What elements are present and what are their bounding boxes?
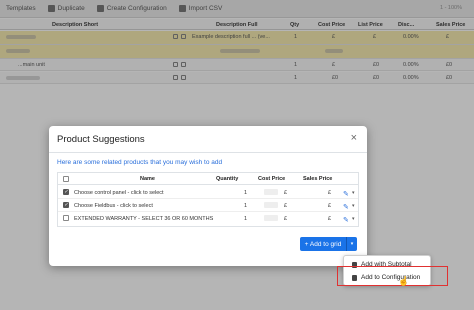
table-row[interactable]: ✓ Choose Fieldbus - click to select 1 £ … xyxy=(58,199,358,212)
row-cost: £ xyxy=(284,190,288,196)
row-checkbox[interactable] xyxy=(63,215,69,221)
row-quantity[interactable]: 1 xyxy=(244,203,247,209)
row-quantity[interactable]: 1 xyxy=(244,216,247,222)
row-name: Choose control panel - click to select xyxy=(74,190,164,196)
suggestions-table-header: Name Quantity Cost Price Sales Price xyxy=(58,173,358,185)
edit-pencil-icon[interactable]: ✎ xyxy=(343,190,349,198)
select-all-checkbox[interactable] xyxy=(63,176,69,182)
col-cost-price: Cost Price xyxy=(258,176,286,182)
add-to-grid-group: + Add to grid ▾ xyxy=(300,237,357,251)
add-to-grid-button[interactable]: + Add to grid xyxy=(300,237,347,251)
col-name: Name xyxy=(140,176,155,182)
row-quantity[interactable]: 1 xyxy=(244,190,247,196)
row-cost: £ xyxy=(284,216,288,222)
product-suggestions-modal: Product Suggestions × Here are some rela… xyxy=(49,126,367,266)
table-row[interactable]: EXTENDED WARRANTY - SELECT 36 OR 60 MONT… xyxy=(58,212,358,225)
row-checkbox[interactable]: ✓ xyxy=(63,202,69,208)
modal-intro-text: Here are some related products that you … xyxy=(57,159,223,166)
col-sales-price: Sales Price xyxy=(303,176,333,182)
add-options-dropdown-toggle[interactable]: ▾ xyxy=(347,237,357,251)
edit-pencil-icon[interactable]: ✎ xyxy=(343,216,349,224)
row-sales: £ xyxy=(328,203,332,209)
chevron-down-icon[interactable]: ▾ xyxy=(352,216,355,222)
edit-pencil-icon[interactable]: ✎ xyxy=(343,203,349,211)
mouse-cursor: ☝ xyxy=(398,276,410,286)
suggestions-table: Name Quantity Cost Price Sales Price ✓ C… xyxy=(57,172,359,227)
chevron-down-icon[interactable]: ▾ xyxy=(352,203,355,209)
row-sales: £ xyxy=(328,216,332,222)
col-quantity: Quantity xyxy=(216,176,239,182)
table-row[interactable]: ✓ Choose control panel - click to select… xyxy=(58,186,358,199)
row-sales: £ xyxy=(328,190,332,196)
modal-title: Product Suggestions xyxy=(57,134,145,145)
row-name: Choose Fieldbus - click to select xyxy=(74,203,153,209)
row-cost: £ xyxy=(284,203,288,209)
row-checkbox[interactable]: ✓ xyxy=(63,189,69,195)
chevron-down-icon[interactable]: ▾ xyxy=(352,190,355,196)
close-icon[interactable]: × xyxy=(351,132,357,144)
annotation-highlight-box xyxy=(337,266,448,286)
row-name: EXTENDED WARRANTY - SELECT 36 OR 60 MONT… xyxy=(74,216,214,222)
modal-header: Product Suggestions × xyxy=(49,126,367,153)
